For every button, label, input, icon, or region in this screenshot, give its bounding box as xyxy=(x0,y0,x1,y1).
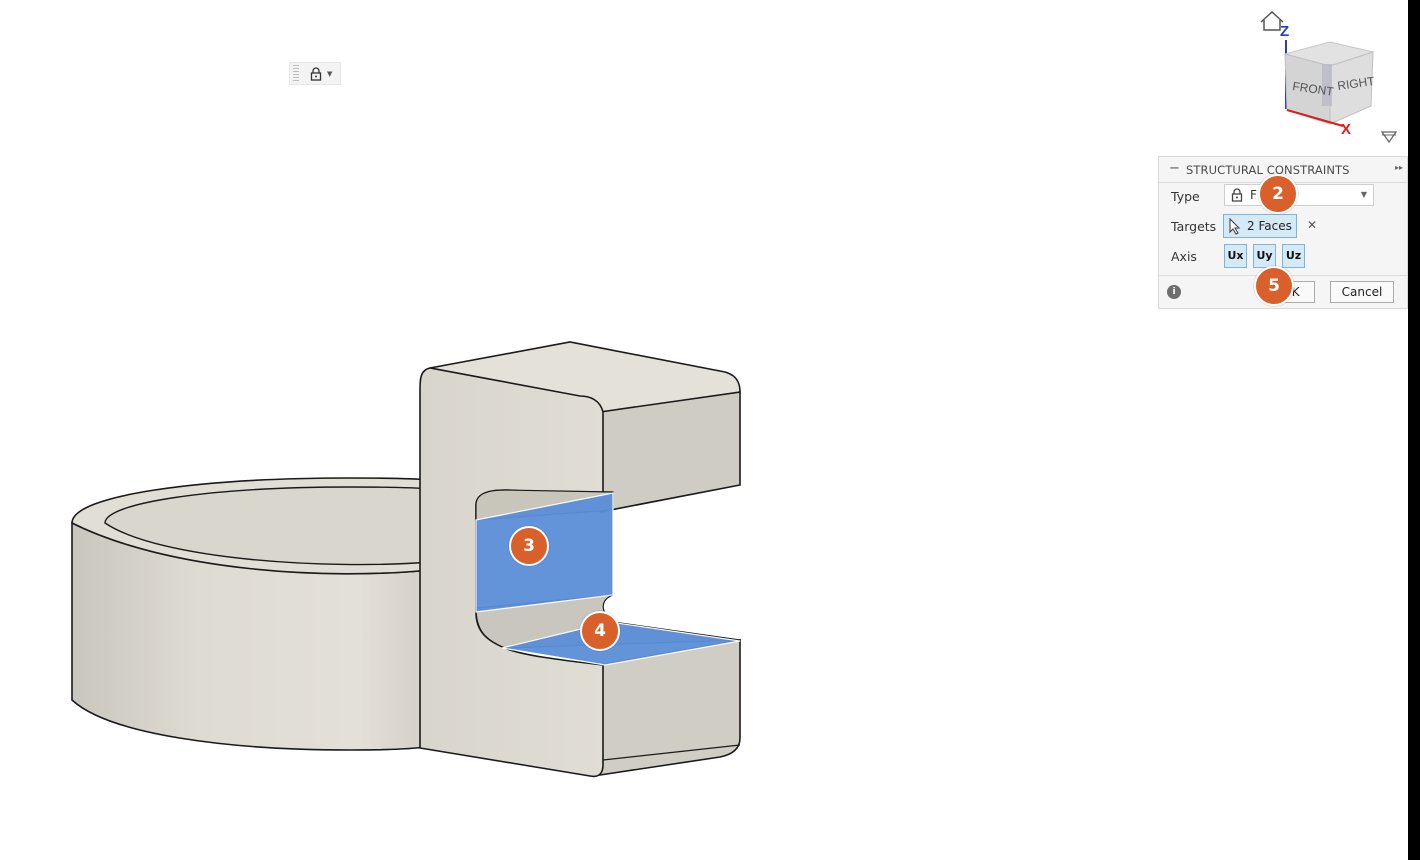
callout-badge-3: 3 xyxy=(509,526,549,566)
model-viewport[interactable] xyxy=(0,0,1420,860)
chevron-down-icon: ▼ xyxy=(1360,190,1367,199)
viewcube-menu-icon[interactable] xyxy=(1380,131,1398,144)
caret-down-icon[interactable]: ▼ xyxy=(327,70,332,78)
clear-selection-icon[interactable]: ✕ xyxy=(1307,218,1317,232)
type-dropdown[interactable]: F ▼ xyxy=(1224,184,1374,206)
viewcube[interactable]: Z FRONT RIGHT X xyxy=(1255,4,1405,150)
axis-label: Axis xyxy=(1171,249,1197,264)
axis-uz-toggle[interactable]: Uz xyxy=(1282,244,1305,268)
constraint-toolbar[interactable]: ▼ xyxy=(289,62,341,85)
collapse-icon[interactable]: − xyxy=(1169,161,1180,176)
targets-row: Targets 2 Faces ✕ xyxy=(1159,212,1407,242)
type-value: F xyxy=(1250,188,1257,202)
axis-ux-toggle[interactable]: Ux xyxy=(1224,244,1247,268)
targets-label: Targets xyxy=(1171,219,1217,234)
targets-selection-button[interactable]: 2 Faces xyxy=(1223,214,1297,238)
toolbar-grip-handle[interactable] xyxy=(293,65,299,82)
callout-badge-5: 5 xyxy=(1254,266,1294,306)
lock-icon[interactable] xyxy=(309,66,323,81)
info-icon[interactable]: i xyxy=(1167,285,1181,299)
axis-uy-toggle[interactable]: Uy xyxy=(1253,244,1276,268)
axis-x-label: X xyxy=(1341,121,1351,138)
targets-value: 2 Faces xyxy=(1247,219,1292,233)
ring-part[interactable] xyxy=(71,477,431,751)
dialog-title: STRUCTURAL CONSTRAINTS xyxy=(1186,163,1350,177)
expand-icon[interactable]: ▸▸ xyxy=(1395,163,1403,172)
lock-icon xyxy=(1231,188,1243,202)
axis-z-label: Z xyxy=(1280,23,1289,40)
type-label: Type xyxy=(1171,189,1200,204)
cancel-button[interactable]: Cancel xyxy=(1330,281,1394,303)
callout-badge-4: 4 xyxy=(580,611,620,651)
callout-badge-2: 2 xyxy=(1258,174,1298,214)
cursor-arrow-icon xyxy=(1229,218,1241,235)
